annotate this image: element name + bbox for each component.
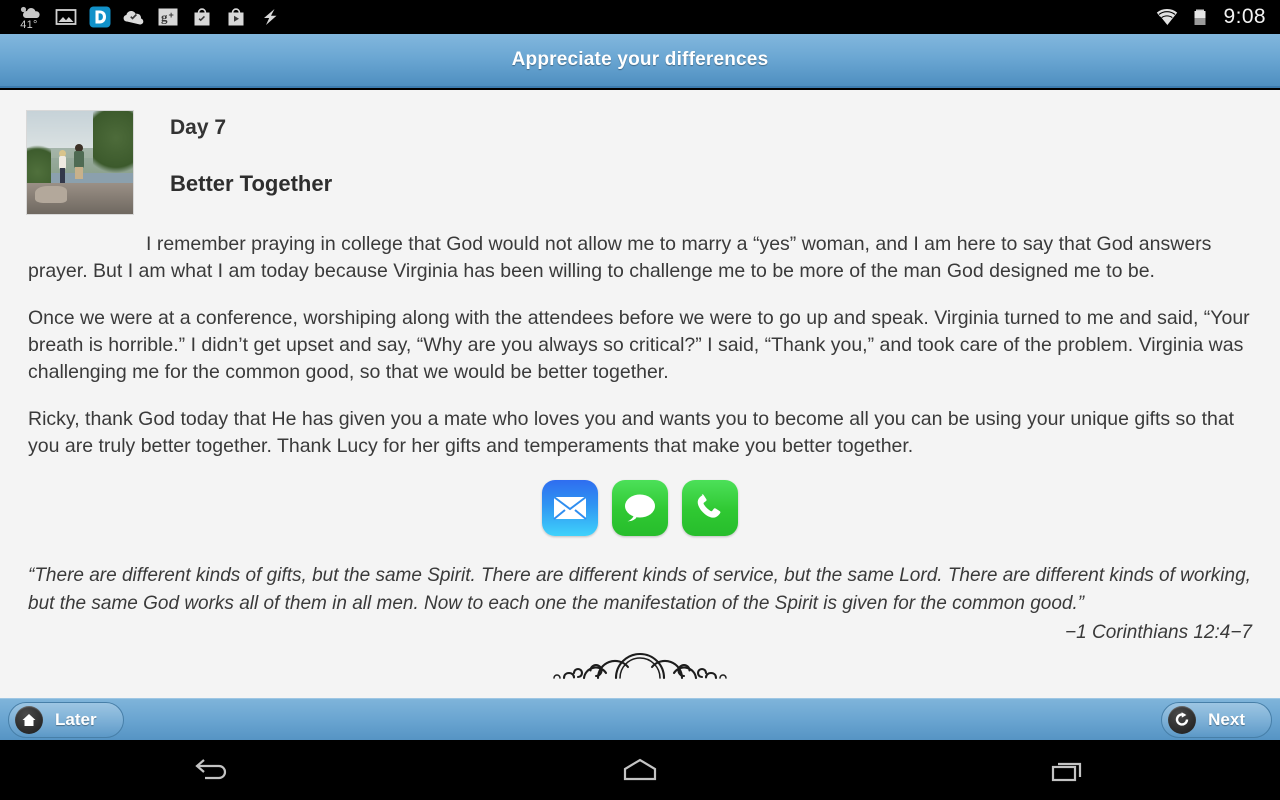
nav-back-button[interactable] (0, 755, 427, 785)
day-label: Day 7 (170, 116, 227, 139)
google-drive-icon (123, 11, 144, 25)
status-bar-clock: 9:08 (1223, 5, 1266, 28)
recent-apps-icon (1051, 762, 1081, 782)
article-heading-block: Day 7 Better Together (134, 110, 332, 215)
google-plus-icon: g + (158, 8, 178, 26)
later-button-label: Later (55, 709, 97, 729)
app-root: 41° g + 9:08 Appreciate your differences… (0, 0, 1280, 800)
dashlane-icon (89, 6, 111, 28)
article-paragraph: I remember praying in college that God w… (28, 233, 1212, 282)
next-button-label: Next (1208, 709, 1245, 729)
play-store-video-icon (228, 8, 244, 26)
battery-icon (1194, 9, 1206, 25)
status-bar-notification-icons: 41° g + (0, 4, 282, 31)
back-arrow-icon (195, 759, 227, 780)
later-button[interactable]: Later (8, 701, 124, 738)
forward-arrow-icon (1168, 705, 1197, 734)
weather-temp-label: 41° (20, 19, 38, 31)
message-share-button[interactable] (612, 480, 668, 536)
svg-text:g: g (161, 10, 168, 25)
email-share-button[interactable] (542, 480, 598, 536)
nav-recents-button[interactable] (853, 755, 1280, 785)
article-paragraph: Ricky, thank God today that He has given… (28, 408, 1235, 457)
play-store-check-icon (194, 8, 210, 26)
lightning-icon (264, 9, 277, 25)
wifi-icon (1156, 8, 1177, 26)
phone-share-button[interactable] (682, 480, 738, 536)
decorative-flourish (0, 646, 1280, 680)
share-button-row (0, 480, 1280, 536)
speech-bubble-icon (625, 494, 655, 522)
phone-handset-icon (697, 494, 721, 518)
weather-icon: 41° (14, 4, 44, 31)
couple-photo (26, 110, 134, 215)
svg-text:+: + (169, 10, 174, 20)
article-paragraph: Once we were at a conference, worshiping… (28, 307, 1250, 383)
scripture-quote: “There are different kinds of gifts, but… (28, 565, 1251, 614)
scripture-attribution: −1 Corinthians 12:4−7 (1065, 622, 1252, 643)
article-header: Day 7 Better Together (0, 90, 1280, 215)
gallery-icon (55, 9, 77, 25)
nav-home-button[interactable] (427, 755, 854, 785)
status-bar-system-icons: 9:08 (1155, 5, 1280, 29)
article-title: Better Together (170, 171, 333, 196)
article-body: I remember praying in college that God w… (0, 231, 1280, 460)
home-icon (15, 705, 43, 734)
article-content: Day 7 Better Together I remember praying… (0, 90, 1280, 698)
page-title: Appreciate your differences (511, 49, 769, 70)
app-title-bar: Appreciate your differences (0, 34, 1280, 88)
photo-person-left (58, 150, 66, 185)
bottom-action-bar: Later Next (0, 698, 1280, 740)
photo-person-right (73, 143, 84, 186)
android-nav-bar (0, 740, 1280, 800)
next-button[interactable]: Next (1161, 701, 1272, 738)
envelope-icon (553, 496, 587, 520)
android-status-bar: 41° g + 9:08 (0, 0, 1280, 34)
home-pentagon-icon (623, 758, 657, 781)
